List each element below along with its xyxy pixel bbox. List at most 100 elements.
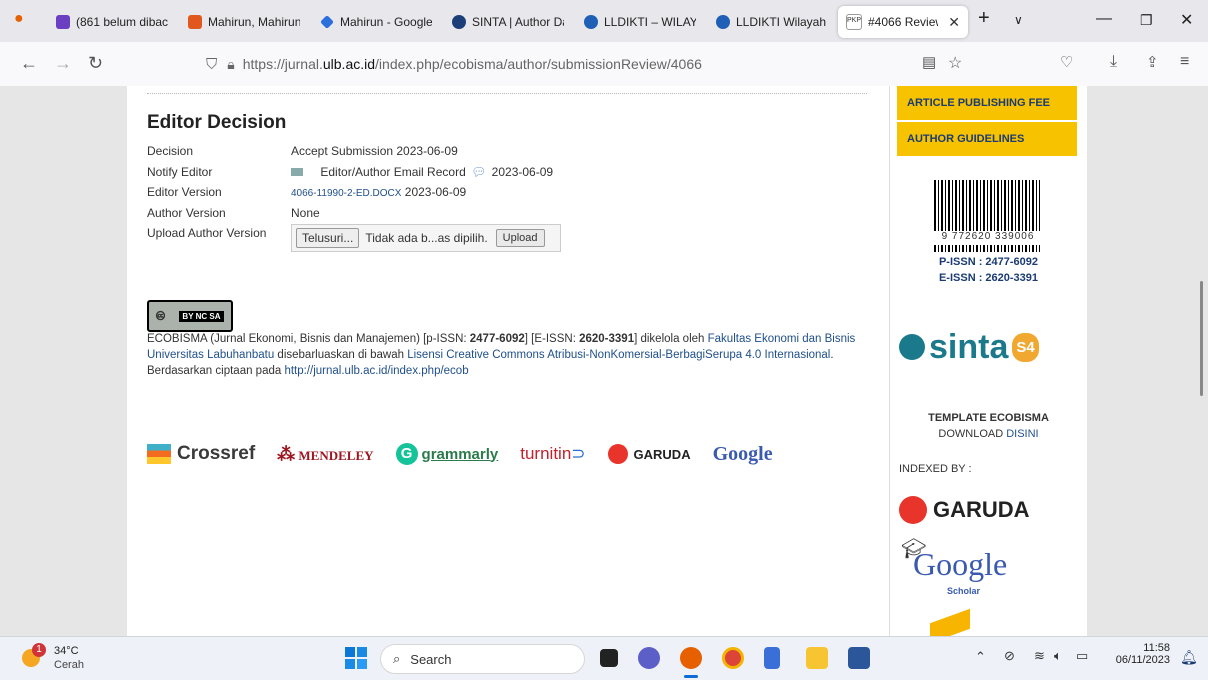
sinta-globe-icon bbox=[899, 334, 925, 360]
tab-google[interactable]: Mahirun - Google bbox=[312, 6, 440, 38]
grammarly-logo[interactable]: Ggrammarly bbox=[395, 443, 498, 465]
file-explorer-icon[interactable] bbox=[806, 647, 828, 669]
logo-text: Google bbox=[712, 442, 773, 465]
email-icon[interactable] bbox=[291, 168, 303, 176]
wifi-icon[interactable]: ≋ bbox=[1034, 648, 1045, 664]
comment-icon[interactable]: 💬︎ bbox=[471, 165, 486, 179]
row-label: Editor Version bbox=[147, 185, 222, 199]
download-icon[interactable]: ⤓ bbox=[1110, 53, 1117, 71]
pissn-value: 2477-6092 bbox=[469, 333, 525, 345]
row-label: Notify Editor bbox=[147, 165, 213, 179]
restore-icon[interactable]: ❐ bbox=[1140, 12, 1153, 29]
start-icon bbox=[345, 647, 355, 657]
google-scholar-logo[interactable]: Google bbox=[713, 443, 773, 466]
navigation-bar: ← → ↻ ⛉ 🔒︎ https://jurnal. ulb.ac.id/inde… bbox=[0, 42, 1208, 87]
clock[interactable]: 11:58 06/11/2023 bbox=[1104, 642, 1170, 666]
address-bar[interactable]: ⛉ 🔒︎ https://jurnal. ulb.ac.id/index.php/… bbox=[206, 48, 976, 80]
windows-taskbar: 1 34°C Cerah ⌕ Search ⌃ ⊘ ≋ 🔈︎ ▭ 11:58 0… bbox=[0, 636, 1208, 680]
menu-icon[interactable]: ≡ bbox=[1180, 53, 1189, 71]
license-part: ] dikelola oleh bbox=[634, 333, 708, 345]
chevron-up-icon[interactable]: ⌃ bbox=[975, 649, 986, 665]
pocket-icon[interactable]: ♡ bbox=[1060, 53, 1073, 71]
search-label: Search bbox=[410, 651, 452, 667]
logo-text: Crossref bbox=[177, 443, 256, 464]
right-sidebar: ARTICLE PUBLISHING FEE AUTHOR GUIDELINES… bbox=[889, 86, 1087, 636]
task-view-icon[interactable] bbox=[600, 649, 618, 667]
lldikti-icon bbox=[584, 15, 598, 29]
chevron-down-icon[interactable]: ∨ bbox=[1014, 13, 1023, 27]
battery-icon[interactable]: ▭ bbox=[1076, 648, 1088, 664]
ecob-link[interactable]: http://jurnal.ulb.ac.id/index.php/ecob bbox=[284, 365, 468, 377]
forward-icon[interactable]: → bbox=[54, 53, 72, 74]
license-part: ] [E-ISSN: bbox=[524, 333, 580, 345]
reader-view-icon[interactable]: ▤ bbox=[922, 53, 936, 71]
divider bbox=[147, 93, 867, 94]
clock-time: 11:58 bbox=[1143, 642, 1170, 654]
notification-badge: 1 bbox=[32, 643, 46, 657]
turnitin-logo[interactable]: turnitin⊃ bbox=[520, 444, 585, 464]
reload-icon[interactable]: ↻ bbox=[88, 53, 103, 74]
tab-lldikti-1[interactable]: LLDIKTI – WILAYA bbox=[576, 6, 704, 38]
new-tab-icon[interactable]: + bbox=[978, 7, 990, 30]
tab-mail[interactable]: (861 belum dibaca bbox=[48, 6, 176, 38]
tab-sinta[interactable]: SINTA | Author Da bbox=[444, 6, 572, 38]
tab-review-active[interactable]: PKP #4066 Review ✕ bbox=[838, 6, 968, 38]
minimize-icon[interactable]: — bbox=[1096, 10, 1112, 28]
share-icon[interactable]: ⇪ bbox=[1146, 53, 1159, 71]
word-icon[interactable] bbox=[848, 647, 870, 669]
tab-scholar[interactable]: Mahirun, Mahirun bbox=[180, 6, 308, 38]
garuda-logo[interactable]: GARUDA bbox=[607, 444, 691, 464]
start-button[interactable] bbox=[345, 647, 367, 669]
taskbar-search[interactable]: ⌕ Search bbox=[380, 644, 585, 674]
teams-chat-icon[interactable] bbox=[638, 647, 660, 669]
close-window-icon[interactable]: ✕ bbox=[1180, 10, 1193, 30]
garuda-index-logo[interactable]: GARUDA bbox=[899, 490, 1071, 530]
firefox-taskbar-icon[interactable] bbox=[680, 647, 702, 669]
template-title: TEMPLATE ECOBISMA bbox=[928, 412, 1049, 424]
sc-icon bbox=[188, 15, 202, 29]
chrome-icon[interactable] bbox=[722, 647, 744, 669]
tab-lldikti-2[interactable]: LLDIKTI Wilayah VI bbox=[708, 6, 836, 38]
pissn-text: P-ISSN : 2477-6092 bbox=[938, 256, 1039, 268]
bookmark-star-icon[interactable]: ☆ bbox=[948, 53, 962, 73]
download-link[interactable]: DISINI bbox=[1006, 428, 1038, 440]
author-guidelines-button[interactable]: AUTHOR GUIDELINES bbox=[897, 122, 1077, 156]
editor-version-file-link[interactable]: 4066-11990-2-ED.DOCX bbox=[291, 188, 401, 199]
notepad-icon[interactable] bbox=[764, 647, 780, 669]
volume-icon[interactable]: 🔈︎ bbox=[1054, 648, 1062, 664]
tab-label: SINTA | Author Da bbox=[472, 15, 564, 29]
url-path: /index.php/ecobisma/author/submissionRev… bbox=[375, 56, 702, 72]
partial-logo bbox=[930, 608, 970, 636]
browse-button[interactable]: Telusuri... bbox=[296, 228, 360, 248]
url-prefix: https://jurnal. bbox=[242, 56, 323, 72]
network-icon[interactable]: ⊘ bbox=[1004, 648, 1015, 664]
google-scholar-index-logo[interactable]: 🎓︎ Google Scholar bbox=[899, 536, 1049, 598]
mendeley-logo[interactable]: ⁂ MENDELEY bbox=[277, 444, 373, 465]
indexed-by-label: INDEXED BY : bbox=[899, 463, 972, 475]
close-tab-icon[interactable]: ✕ bbox=[948, 14, 960, 31]
tab-label: LLDIKTI Wilayah VI bbox=[736, 15, 828, 29]
tab-strip: ● (861 belum dibaca Mahirun, Mahirun Mah… bbox=[0, 0, 1208, 42]
creative-commons-badge[interactable]: 🅭 BY NC SA bbox=[147, 300, 233, 332]
license-link[interactable]: Lisensi Creative Commons Atribusi-NonKom… bbox=[407, 349, 830, 361]
editor-version-value: 4066-11990-2-ED.DOCX 2023-06-09 bbox=[291, 185, 466, 199]
tab-label: #4066 Review bbox=[868, 15, 939, 29]
article-publishing-fee-button[interactable]: ARTICLE PUBLISHING FEE bbox=[897, 86, 1077, 120]
firefox-icon[interactable]: ● bbox=[14, 10, 24, 28]
sinta-badge[interactable]: sinta S4 bbox=[899, 304, 1053, 390]
license-part: disebarluaskan di bawah bbox=[274, 349, 408, 361]
tab-label: Mahirun, Mahirun bbox=[208, 15, 300, 29]
tab-label: Mahirun - Google bbox=[340, 15, 432, 29]
shield-icon[interactable]: ⛉ bbox=[206, 56, 217, 73]
back-icon[interactable]: ← bbox=[20, 53, 38, 74]
crossref-logo[interactable]: Crossref bbox=[147, 443, 255, 465]
mendeley-icon: ⁂ bbox=[277, 443, 296, 464]
start-icon bbox=[357, 647, 367, 657]
upload-button[interactable]: Upload bbox=[495, 229, 545, 247]
weather-widget[interactable]: 1 34°C Cerah bbox=[22, 643, 102, 675]
page-scrollbar[interactable] bbox=[1200, 281, 1203, 396]
notification-bell-icon[interactable]: 🔔︎ bbox=[1180, 649, 1198, 666]
url-host: ulb.ac.id bbox=[322, 56, 376, 72]
grammarly-icon: G bbox=[395, 443, 418, 465]
lock-icon[interactable]: 🔒︎ bbox=[227, 56, 234, 73]
